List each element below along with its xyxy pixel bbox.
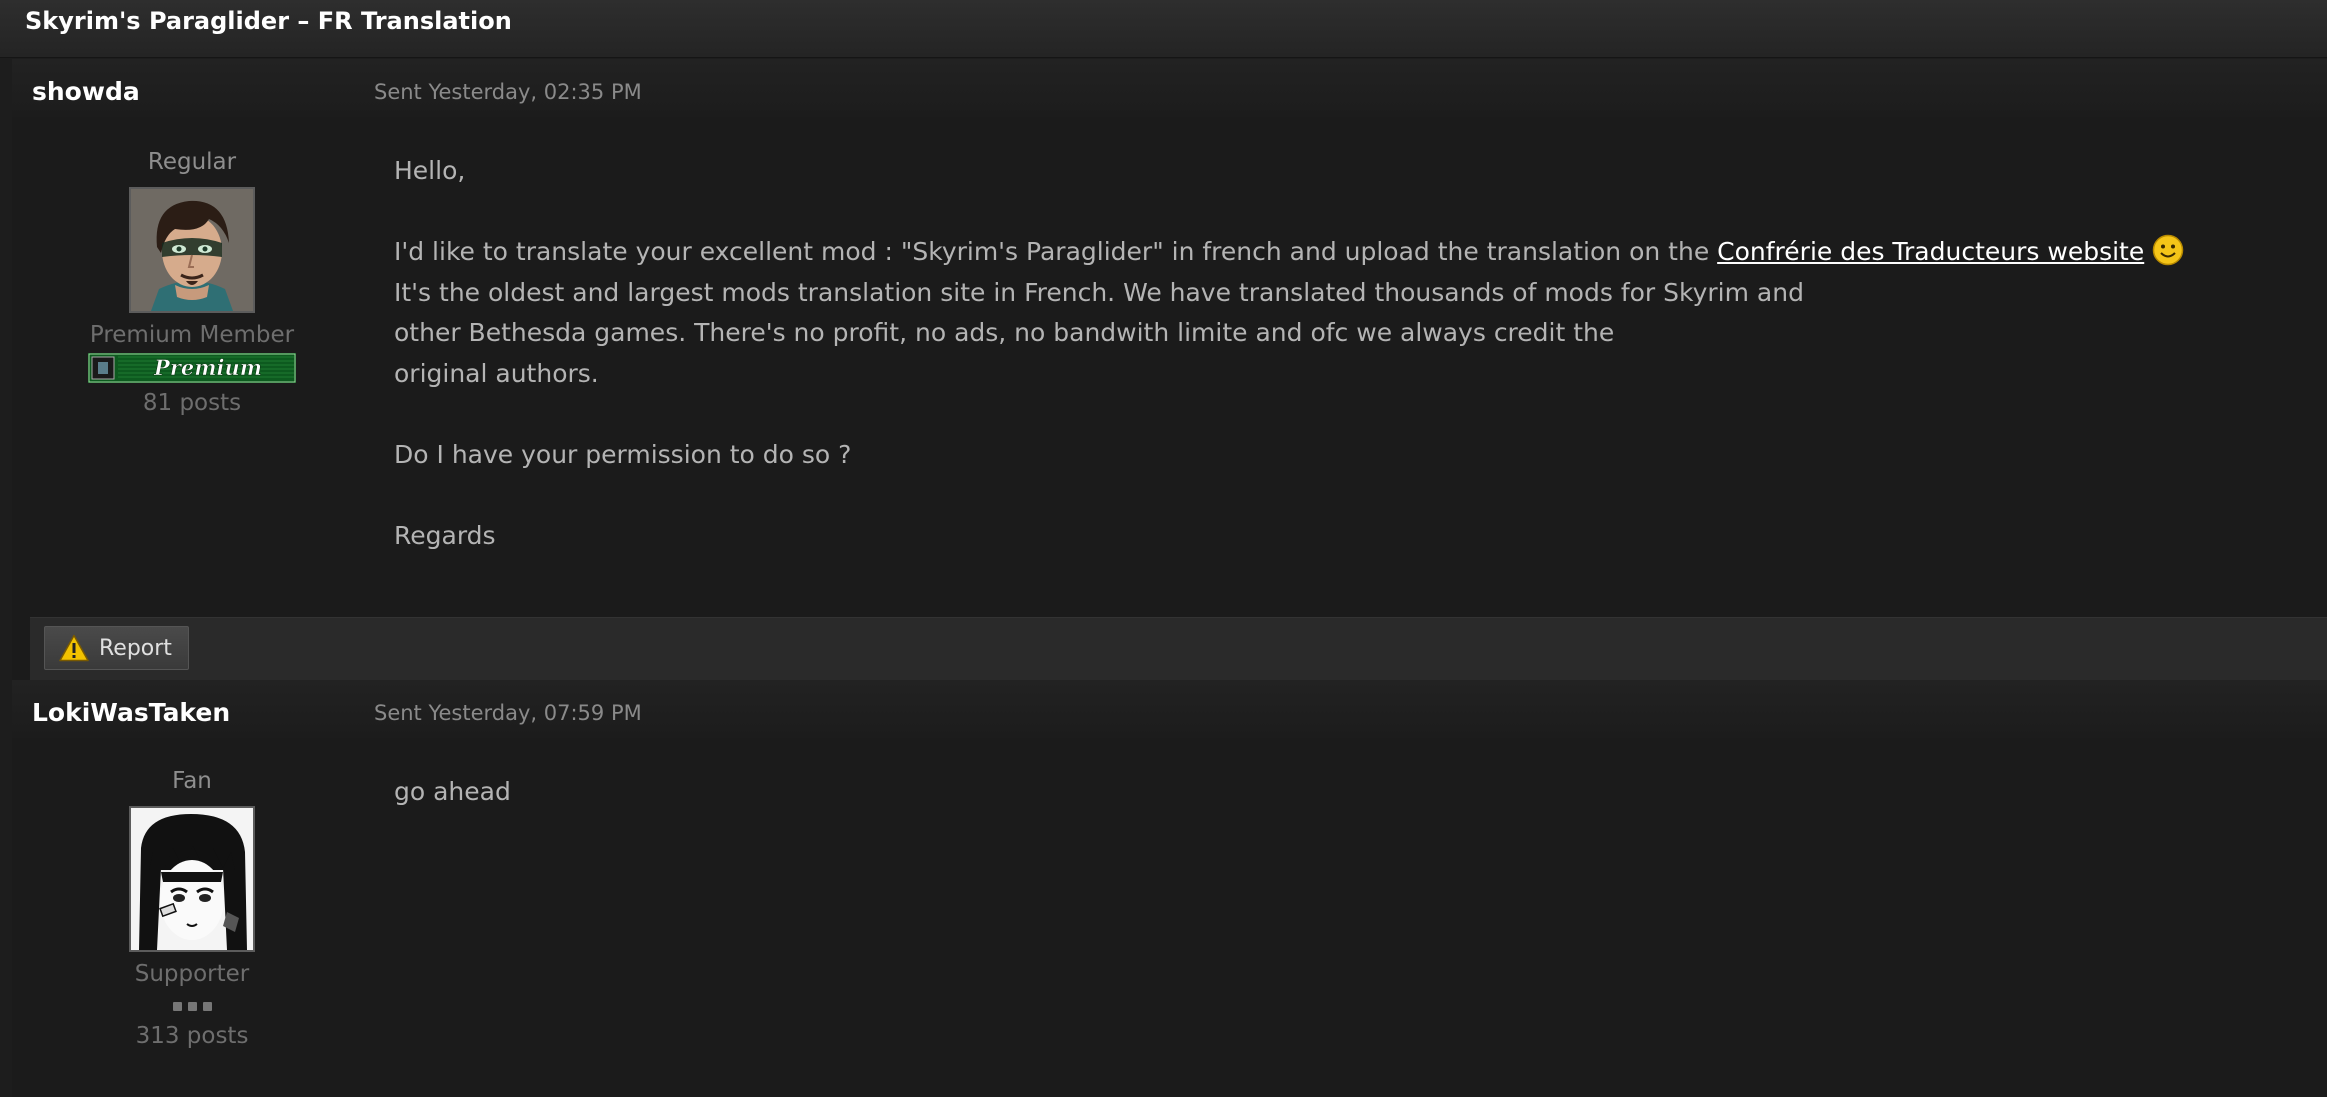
message-thread: showda Sent Yesterday, 02:35 PM Regular: [12, 59, 2327, 1097]
sent-date: Sent Yesterday, 02:35 PM: [374, 80, 642, 104]
user-rank: Fan: [172, 768, 212, 794]
body-line: Regards: [394, 520, 496, 550]
message-header: showda Sent Yesterday, 02:35 PM: [12, 59, 2327, 117]
body-line: other Bethesda games. There's no profit,…: [394, 318, 1615, 347]
report-label: Report: [99, 635, 172, 661]
report-button[interactable]: Report: [44, 626, 189, 670]
window-title-bar: Skyrim's Paraglider – FR Translation: [0, 0, 2327, 58]
rank-dot: [202, 1002, 212, 1011]
body-line: Do I have your permission to do so ?: [394, 439, 852, 469]
smiley-icon: [2152, 234, 2184, 266]
user-group: Premium Member: [89, 322, 295, 348]
premium-badge: Premium: [88, 353, 296, 383]
body-line: Hello,: [394, 156, 466, 185]
message-item: showda Sent Yesterday, 02:35 PM Regular: [12, 59, 2327, 680]
author-name[interactable]: LokiWasTaken: [32, 698, 230, 728]
premium-badge-label: Premium: [153, 355, 262, 380]
warning-icon: [59, 634, 89, 662]
rank-dot: [187, 1002, 197, 1011]
post-count: 81 posts: [142, 390, 242, 416]
user-avatar[interactable]: [129, 806, 255, 952]
message-header: LokiWasTaken Sent Yesterday, 07:59 PM: [12, 680, 2327, 738]
confrerie-link[interactable]: Confrérie des Traducteurs website: [1717, 237, 2144, 266]
author-name[interactable]: showda: [32, 77, 140, 107]
message-actions: Report: [30, 617, 2327, 680]
user-info: Regular Premium Member Premium 81 posts: [32, 147, 352, 417]
message-body: Hello, I'd like to translate your excell…: [394, 151, 2294, 556]
body-text: I'd like to translate your excellent mod…: [394, 237, 1718, 266]
user-info: Fan Supporter 313 posts: [32, 766, 352, 1050]
message-item: LokiWasTaken Sent Yesterday, 07:59 PM Fa…: [12, 680, 2327, 1097]
user-avatar[interactable]: [129, 187, 255, 313]
rank-dot: [172, 1002, 182, 1011]
post-count: 313 posts: [135, 1023, 249, 1049]
body-line: original authors.: [394, 358, 599, 388]
user-group: Supporter: [134, 961, 250, 987]
sent-date: Sent Yesterday, 07:59 PM: [374, 701, 642, 725]
body-line: go ahead: [394, 777, 511, 806]
window-title: Skyrim's Paraglider – FR Translation: [25, 7, 512, 35]
body-line: It's the oldest and largest mods transla…: [394, 277, 1804, 307]
body-line: I'd like to translate your excellent mod…: [394, 232, 2294, 273]
user-rank: Regular: [147, 149, 237, 175]
rank-dots: [32, 1002, 352, 1012]
message-body: go ahead: [394, 772, 2294, 813]
